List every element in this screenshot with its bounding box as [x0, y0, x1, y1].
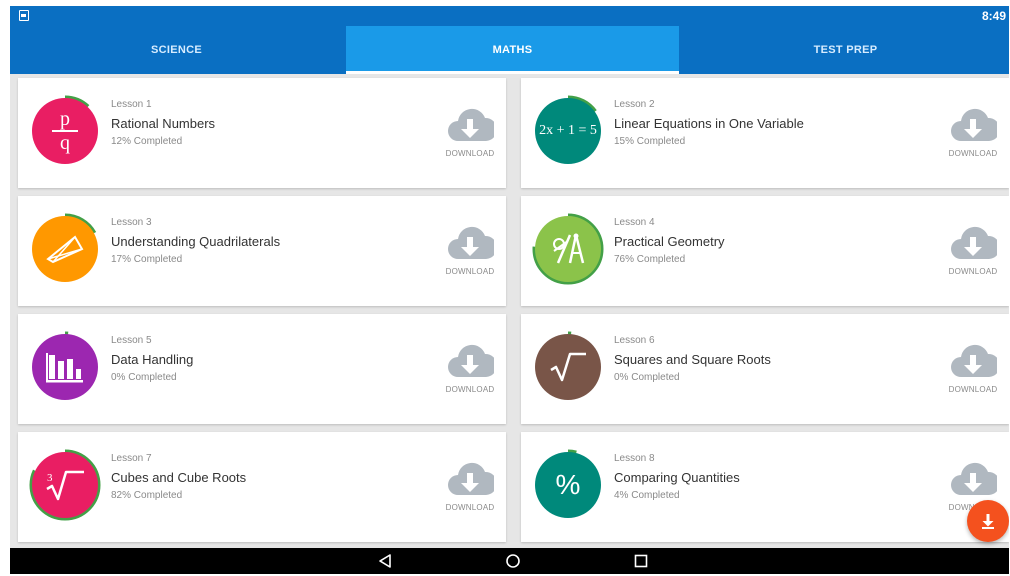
- download-button[interactable]: DOWNLOAD: [947, 223, 999, 279]
- lesson-card-1[interactable]: pq Lesson 1 Rational Numbers 12% Complet…: [18, 78, 506, 188]
- bar-chart-icon: [32, 334, 98, 400]
- download-label: DOWNLOAD: [445, 385, 495, 394]
- tab-science[interactable]: SCIENCE: [10, 26, 343, 74]
- lesson-number: Lesson 3: [111, 217, 152, 228]
- cloud-download-icon: [448, 226, 494, 259]
- lesson-number: Lesson 8: [614, 453, 655, 464]
- cloud-download-icon: [448, 344, 494, 377]
- lesson-progress: 76% Completed: [614, 254, 686, 265]
- lesson-progress: 15% Completed: [614, 136, 686, 147]
- lesson-number: Lesson 5: [111, 335, 152, 346]
- lesson-title: Rational Numbers: [111, 116, 216, 131]
- download-arrow-icon: [982, 514, 994, 529]
- lesson-card-4[interactable]: Lesson 4 Practical Geometry 76% Complete…: [521, 196, 1009, 306]
- lesson-progress: 12% Completed: [111, 136, 183, 147]
- lesson-number: Lesson 2: [614, 99, 655, 110]
- download-button[interactable]: DOWNLOAD: [947, 341, 999, 397]
- download-button[interactable]: DOWNLOAD: [444, 459, 496, 515]
- lesson-title: Data Handling: [111, 352, 194, 367]
- equation-icon-text: 2x + 1 = 5: [539, 123, 597, 138]
- lesson-title: Understanding Quadrilaterals: [111, 234, 281, 249]
- home-icon[interactable]: [505, 553, 521, 569]
- lesson-card-7[interactable]: 3 Lesson 7 Cubes and Cube Roots 82% Comp…: [18, 432, 506, 542]
- cloud-download-icon: [448, 462, 494, 495]
- lesson-title: Cubes and Cube Roots: [111, 470, 247, 485]
- download-button[interactable]: DOWNLOAD: [444, 341, 496, 397]
- lesson-grid: pq Lesson 1 Rational Numbers 12% Complet…: [10, 74, 1009, 548]
- lesson-card-5[interactable]: Lesson 5 Data Handling 0% Completed DOWN…: [18, 314, 506, 424]
- percent-icon: %: [535, 452, 601, 518]
- download-button[interactable]: DOWNLOAD: [444, 105, 496, 161]
- download-label: DOWNLOAD: [445, 267, 495, 276]
- lesson-card-3[interactable]: Lesson 3 Understanding Quadrilaterals 17…: [18, 196, 506, 306]
- lesson-number: Lesson 1: [111, 99, 152, 110]
- svg-text:3: 3: [47, 472, 53, 484]
- download-all-fab[interactable]: [967, 500, 1009, 542]
- download-button[interactable]: DOWNLOAD: [947, 105, 999, 161]
- system-nav-bar: [10, 548, 1009, 574]
- download-label: DOWNLOAD: [445, 503, 495, 512]
- lesson-progress: 82% Completed: [111, 490, 183, 501]
- status-bar: 8:49: [10, 6, 1009, 26]
- download-label: DOWNLOAD: [948, 267, 998, 276]
- lesson-card-8[interactable]: % Lesson 8 Comparing Quantities 4% Compl…: [521, 432, 1009, 542]
- cloud-download-icon: [951, 344, 997, 377]
- cube-root-icon: 3: [32, 452, 98, 518]
- cloud-download-icon: [951, 462, 997, 495]
- recents-icon[interactable]: [633, 553, 649, 569]
- lesson-progress: 0% Completed: [614, 372, 680, 383]
- tab-maths[interactable]: MATHS: [346, 26, 679, 74]
- cloud-download-icon: [448, 108, 494, 141]
- lesson-title: Comparing Quantities: [614, 470, 740, 485]
- equation-icon: 2x + 1 = 5: [535, 98, 601, 164]
- tab-test-prep[interactable]: TEST PREP: [682, 26, 1009, 74]
- quadrilateral-icon: [32, 216, 98, 282]
- back-icon[interactable]: [377, 553, 393, 569]
- lesson-card-6[interactable]: Lesson 6 Squares and Square Roots 0% Com…: [521, 314, 1009, 424]
- lesson-number: Lesson 6: [614, 335, 655, 346]
- lesson-number: Lesson 7: [111, 453, 152, 464]
- cloud-download-icon: [951, 226, 997, 259]
- lesson-progress: 0% Completed: [111, 372, 177, 383]
- app-notification-icon: [19, 10, 29, 21]
- lesson-progress: 17% Completed: [111, 254, 183, 265]
- download-label: DOWNLOAD: [948, 149, 998, 158]
- tab-bar: SCIENCE MATHS TEST PREP: [10, 26, 1009, 74]
- lesson-title: Squares and Square Roots: [614, 352, 771, 367]
- download-button[interactable]: DOWNLOAD: [444, 223, 496, 279]
- lesson-number: Lesson 4: [614, 217, 655, 228]
- compass-icon: [535, 216, 601, 282]
- lesson-card-2[interactable]: 2x + 1 = 5 Lesson 2 Linear Equations in …: [521, 78, 1009, 188]
- status-time: 8:49: [981, 9, 1006, 23]
- download-label: DOWNLOAD: [948, 385, 998, 394]
- square-root-icon: [535, 334, 601, 400]
- lesson-title: Linear Equations in One Variable: [614, 116, 804, 131]
- lesson-title: Practical Geometry: [614, 234, 725, 249]
- app-frame: 8:49 SCIENCE MATHS TEST PREP pq Lesson 1…: [10, 6, 1009, 574]
- download-label: DOWNLOAD: [445, 149, 495, 158]
- fraction-icon: pq: [32, 98, 98, 164]
- lesson-progress: 4% Completed: [614, 490, 680, 501]
- cloud-download-icon: [951, 108, 997, 141]
